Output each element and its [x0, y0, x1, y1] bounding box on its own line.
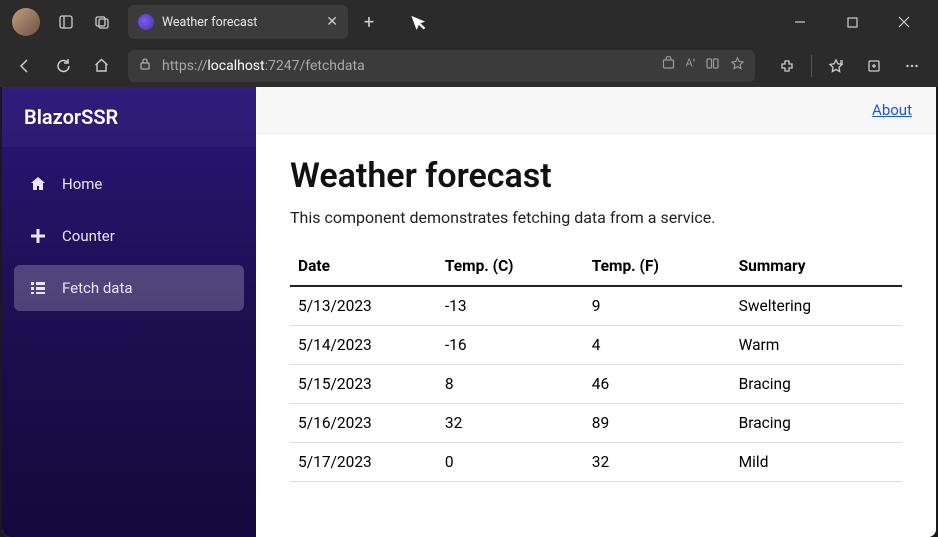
nav: Home Counter Fetch data: [2, 147, 256, 331]
collections-icon[interactable]: [856, 49, 892, 83]
main: Weather forecast This component demonstr…: [256, 134, 936, 504]
url-path: :7247/fetchdata: [265, 58, 365, 74]
page: BlazorSSR Home Counter Fetch data About …: [2, 87, 936, 537]
tab-close-icon[interactable]: ✕: [326, 14, 338, 30]
cell-tempf: 9: [584, 286, 731, 326]
url-host: localhost: [207, 58, 264, 74]
table-row: 5/16/20233289Bracing: [290, 404, 902, 443]
lock-icon: [138, 57, 152, 75]
window-controls: [778, 7, 926, 37]
extensions-icon[interactable]: [769, 49, 805, 83]
address-bar[interactable]: https://localhost:7247/fetchdata A»: [128, 50, 755, 82]
cell-summary: Bracing: [731, 404, 902, 443]
content: About Weather forecast This component de…: [256, 87, 936, 537]
titlebar: Weather forecast ✕ +: [0, 0, 938, 44]
page-description: This component demonstrates fetching dat…: [290, 208, 902, 227]
cell-tempc: -16: [437, 326, 584, 365]
cell-tempc: -13: [437, 286, 584, 326]
top-row: About: [256, 87, 936, 134]
cell-tempc: 0: [437, 443, 584, 482]
divider: [811, 55, 812, 77]
page-title: Weather forecast: [290, 156, 902, 196]
split-screen-icon[interactable]: [705, 56, 720, 75]
home-icon: [28, 175, 48, 193]
sidebar-item-counter[interactable]: Counter: [14, 213, 244, 259]
browser-chrome: Weather forecast ✕ + https://localhost:7…: [0, 0, 938, 87]
cursor-icon: [411, 11, 430, 33]
tab-favicon-icon: [138, 14, 154, 30]
url-scheme: https://: [162, 58, 207, 74]
cell-date: 5/14/2023: [290, 326, 437, 365]
forecast-table: Date Temp. (C) Temp. (F) Summary 5/13/20…: [290, 247, 902, 482]
table-row: 5/17/2023032Mild: [290, 443, 902, 482]
browser-tab[interactable]: Weather forecast ✕: [128, 5, 348, 39]
favorites-icon[interactable]: [818, 49, 854, 83]
nav-label: Home: [62, 175, 102, 193]
sidebar: BlazorSSR Home Counter Fetch data: [2, 87, 256, 537]
cell-summary: Mild: [731, 443, 902, 482]
sidebar-item-fetch-data[interactable]: Fetch data: [14, 265, 244, 311]
table-header-row: Date Temp. (C) Temp. (F) Summary: [290, 247, 902, 286]
cell-tempf: 89: [584, 404, 731, 443]
col-date: Date: [290, 247, 437, 286]
col-tempc: Temp. (C): [437, 247, 584, 286]
back-button[interactable]: [8, 49, 42, 83]
address-actions: A»: [661, 56, 745, 75]
address-url: https://localhost:7247/fetchdata: [162, 58, 365, 74]
cell-date: 5/17/2023: [290, 443, 437, 482]
read-aloud-icon[interactable]: A»: [686, 56, 695, 75]
minimize-button[interactable]: [778, 7, 822, 37]
cell-date: 5/15/2023: [290, 365, 437, 404]
cell-summary: Bracing: [731, 365, 902, 404]
cell-date: 5/16/2023: [290, 404, 437, 443]
new-tab-button[interactable]: +: [354, 7, 384, 37]
tab-title: Weather forecast: [162, 15, 318, 30]
cell-tempf: 46: [584, 365, 731, 404]
tab-actions-icon[interactable]: [88, 8, 116, 36]
cell-summary: Warm: [731, 326, 902, 365]
close-button[interactable]: [882, 7, 926, 37]
about-link[interactable]: About: [872, 101, 912, 119]
table-row: 5/14/2023-164Warm: [290, 326, 902, 365]
cell-tempc: 8: [437, 365, 584, 404]
sidebar-item-home[interactable]: Home: [14, 161, 244, 207]
cell-summary: Sweltering: [731, 286, 902, 326]
cell-tempf: 32: [584, 443, 731, 482]
plus-icon: [28, 228, 48, 244]
more-icon[interactable]: [894, 49, 930, 83]
col-summary: Summary: [731, 247, 902, 286]
profile-avatar[interactable]: [12, 8, 40, 36]
list-icon: [28, 279, 48, 297]
shopping-icon[interactable]: [661, 56, 676, 75]
maximize-button[interactable]: [830, 7, 874, 37]
cell-tempf: 4: [584, 326, 731, 365]
refresh-button[interactable]: [46, 49, 80, 83]
sidebar-title: BlazorSSR: [2, 87, 256, 147]
nav-label: Fetch data: [62, 279, 133, 297]
favorite-icon[interactable]: [730, 56, 745, 75]
chrome-actions: [769, 49, 930, 83]
cell-date: 5/13/2023: [290, 286, 437, 326]
cell-tempc: 32: [437, 404, 584, 443]
col-tempf: Temp. (F): [584, 247, 731, 286]
table-row: 5/15/2023846Bracing: [290, 365, 902, 404]
table-row: 5/13/2023-139Sweltering: [290, 286, 902, 326]
toolbar: https://localhost:7247/fetchdata A»: [0, 44, 938, 87]
workspaces-icon[interactable]: [52, 8, 80, 36]
nav-label: Counter: [62, 227, 115, 245]
home-button[interactable]: [84, 49, 118, 83]
